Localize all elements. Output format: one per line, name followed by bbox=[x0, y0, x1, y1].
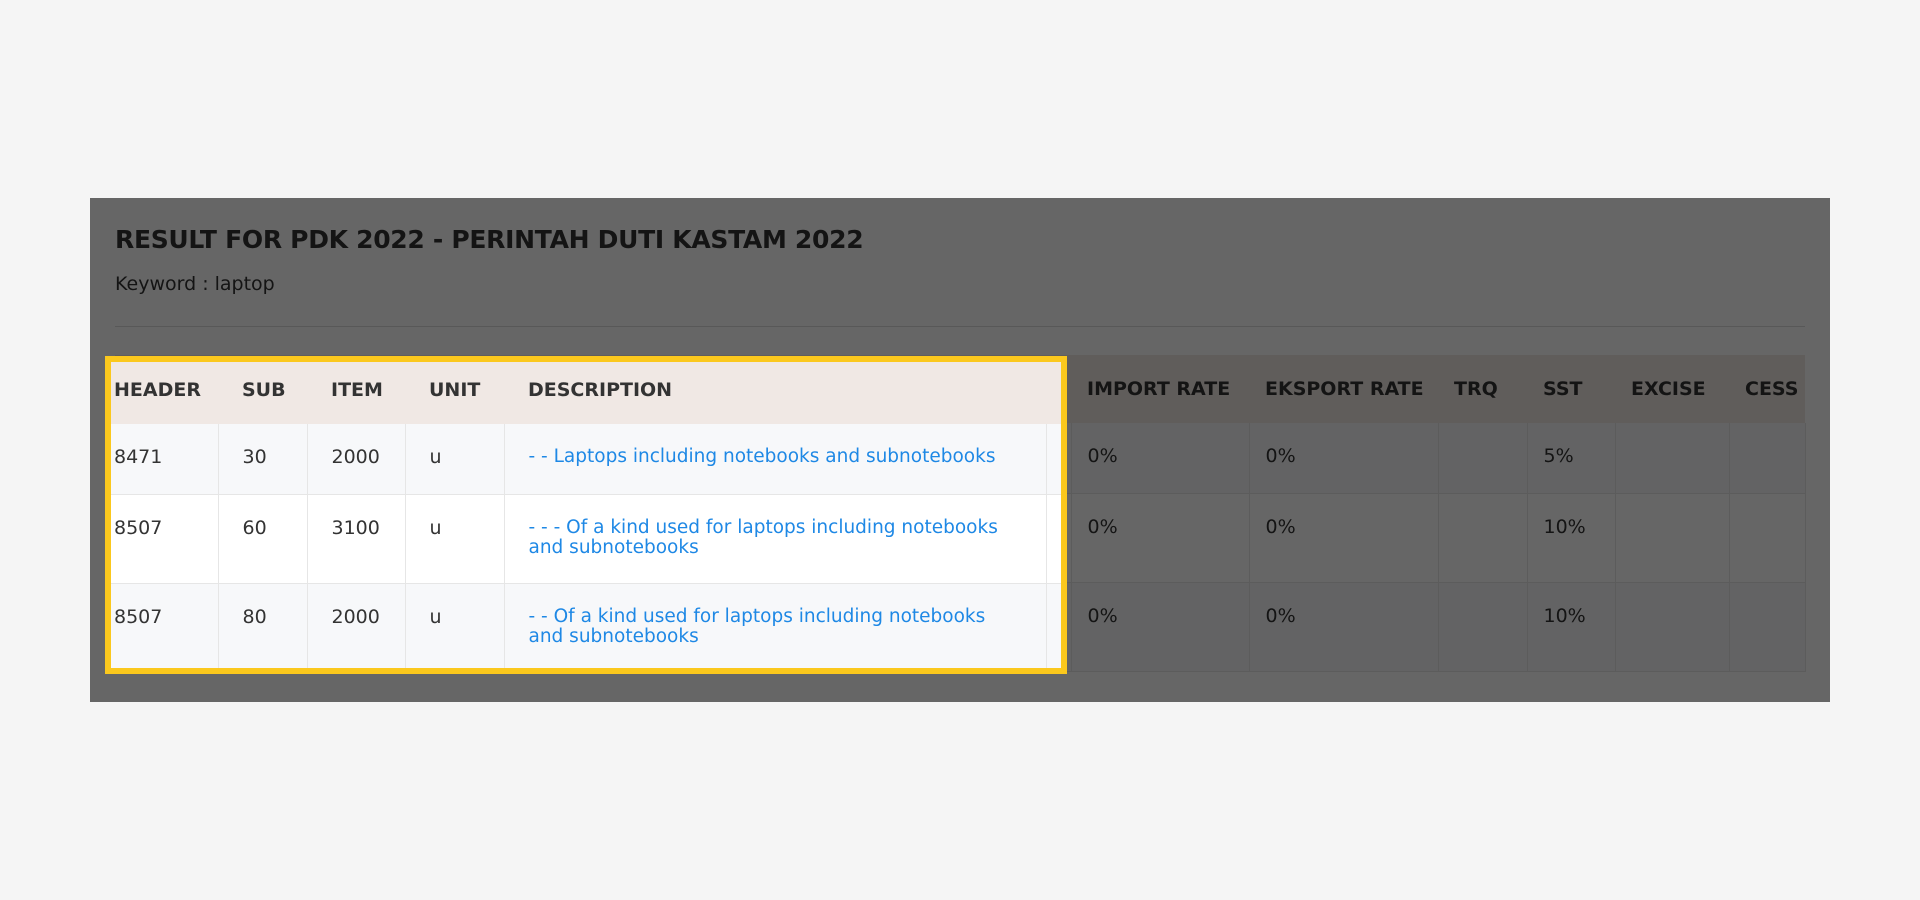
cell-eksport-rate: 0% bbox=[1249, 582, 1439, 672]
cell-sst: 10% bbox=[1527, 582, 1616, 672]
cell-item: 2000 bbox=[332, 423, 431, 494]
cell-import-rate: 0% bbox=[1071, 582, 1250, 672]
col-eksport-rate: EKSPORT RATE bbox=[1249, 355, 1438, 423]
cell-description: - - Of a kind used for laptops including… bbox=[529, 582, 1072, 672]
cell-cess1 bbox=[1729, 582, 1806, 672]
col-header: HEADER bbox=[115, 355, 243, 423]
cell-sst: 5% bbox=[1527, 423, 1616, 494]
cell-import-rate: 0% bbox=[1071, 493, 1250, 583]
cell-cess1 bbox=[1729, 493, 1806, 583]
col-sub: SUB bbox=[243, 355, 332, 423]
cell-sub: 80 bbox=[243, 582, 333, 672]
cell-trq bbox=[1438, 582, 1528, 672]
cell-sub: 60 bbox=[243, 493, 333, 583]
cell-trq bbox=[1438, 423, 1528, 494]
description-link[interactable]: - - - Of a kind used for laptops includi… bbox=[554, 516, 1047, 557]
cell-sst: 10% bbox=[1527, 493, 1616, 583]
cell-eksport-rate: 0% bbox=[1249, 493, 1439, 583]
results-table: HEADER SUB ITEM UNIT DESCRIPTION IMPORT … bbox=[115, 355, 1806, 672]
description-link[interactable]: - - Of a kind used for laptops including… bbox=[554, 605, 1047, 646]
cell-sub: 30 bbox=[243, 423, 333, 494]
description-link[interactable]: - - Laptops including notebooks and subn… bbox=[554, 446, 1047, 466]
keyword-line: Keyword : laptop bbox=[115, 272, 1805, 296]
cell-cess1 bbox=[1729, 423, 1806, 494]
table-row: 8507 60 3100 u - - - Of a kind used for … bbox=[115, 493, 1806, 583]
col-excise: EXCISE bbox=[1615, 355, 1729, 423]
cell-eksport-rate: 0% bbox=[1249, 423, 1439, 494]
keyword-value: laptop bbox=[214, 273, 275, 295]
page-title: RESULT FOR PDK 2022 - PERINTAH DUTI KAST… bbox=[115, 225, 864, 254]
screen: RESULT FOR PDK 2022 - PERINTAH DUTI KAST… bbox=[0, 0, 1920, 900]
cell-unit: u bbox=[430, 582, 530, 672]
cell-header: 8471 bbox=[115, 423, 244, 494]
col-unit: UNIT bbox=[430, 355, 529, 423]
cell-unit: u bbox=[430, 423, 530, 494]
results-panel: RESULT FOR PDK 2022 - PERINTAH DUTI KAST… bbox=[90, 198, 1830, 702]
cell-import-rate: 0% bbox=[1071, 423, 1250, 494]
col-import-rate: IMPORT RATE bbox=[1071, 355, 1249, 423]
cell-trq bbox=[1438, 493, 1528, 583]
col-trq: TRQ bbox=[1438, 355, 1527, 423]
col-sst: SST bbox=[1527, 355, 1615, 423]
col-description: DESCRIPTION bbox=[529, 355, 1071, 423]
cell-excise bbox=[1615, 423, 1730, 494]
cell-description: - - - Of a kind used for laptops includi… bbox=[529, 493, 1072, 583]
cell-description: - - Laptops including notebooks and subn… bbox=[529, 423, 1072, 494]
keyword-label: Keyword : bbox=[115, 273, 209, 295]
cell-header: 8507 bbox=[115, 582, 244, 672]
table-row: 8507 80 2000 u - - Of a kind used for la… bbox=[115, 582, 1806, 672]
cell-excise bbox=[1615, 582, 1730, 672]
col-item: ITEM bbox=[332, 355, 430, 423]
divider bbox=[115, 326, 1805, 327]
col-cess1: CESS 1 bbox=[1729, 355, 1805, 423]
cell-item: 2000 bbox=[332, 582, 431, 672]
cell-excise bbox=[1615, 493, 1730, 583]
cell-header: 8507 bbox=[115, 493, 244, 583]
cell-item: 3100 bbox=[332, 493, 431, 583]
cell-unit: u bbox=[430, 493, 530, 583]
table-header-row: HEADER SUB ITEM UNIT DESCRIPTION IMPORT … bbox=[115, 355, 1805, 423]
table-row: 8471 30 2000 u - - Laptops including not… bbox=[115, 423, 1806, 494]
